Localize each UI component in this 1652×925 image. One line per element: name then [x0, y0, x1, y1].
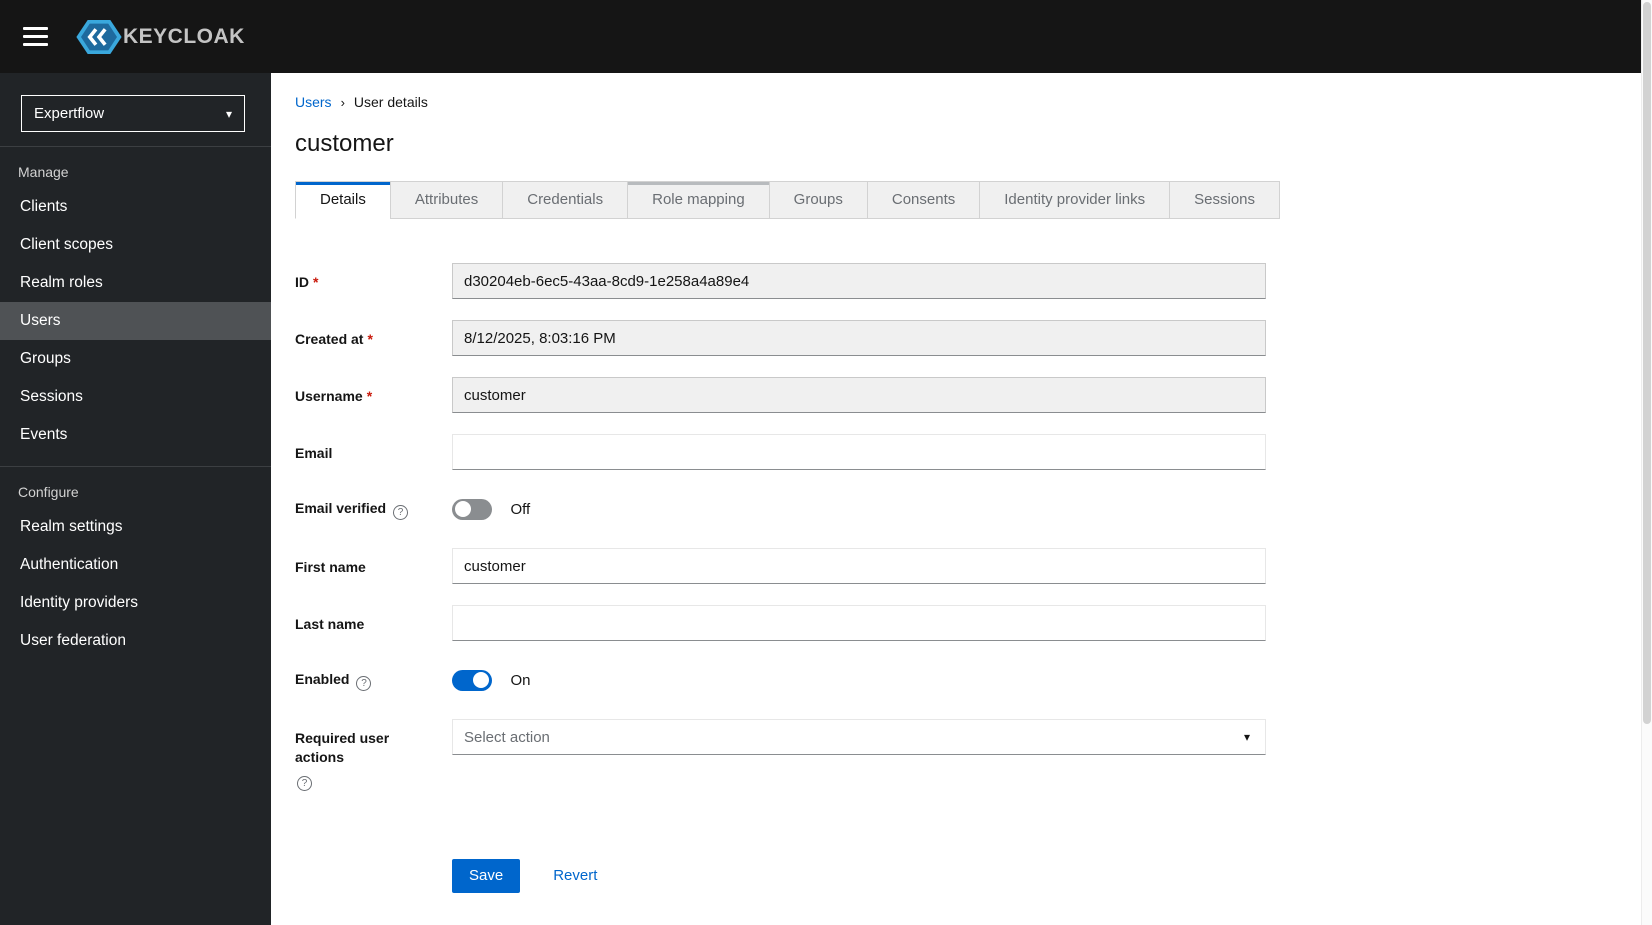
breadcrumb: Users › User details: [295, 94, 1628, 110]
form-row-created-at: Created at *: [295, 320, 1628, 356]
created-at-field: [452, 320, 1266, 356]
nav-group-configure: Configure Realm settings Authentication …: [0, 466, 271, 660]
masthead: KEYCLOAK: [0, 0, 1652, 73]
sidebar-item-events[interactable]: Events: [0, 416, 271, 454]
email-label: Email: [295, 445, 333, 461]
breadcrumb-separator: ›: [340, 94, 345, 110]
last-name-label: Last name: [295, 616, 365, 632]
main-content: Users › User details customer Details At…: [271, 73, 1652, 925]
keycloak-logo-icon: [76, 19, 122, 54]
help-icon[interactable]: ?: [393, 504, 409, 520]
realm-selector[interactable]: Expertflow ▾: [21, 95, 245, 132]
realm-name: Expertflow: [34, 105, 105, 122]
form-row-last-name: Last name: [295, 605, 1628, 641]
form-row-first-name: First name: [295, 548, 1628, 584]
save-button[interactable]: Save: [452, 858, 521, 893]
username-field: [452, 377, 1266, 413]
tab-consents[interactable]: Consents: [866, 181, 981, 219]
keycloak-logo: KEYCLOAK: [76, 19, 245, 55]
required-actions-label: Required user actions ?: [295, 730, 390, 791]
enabled-label: Enabled?: [295, 670, 452, 691]
scrollbar-thumb[interactable]: [1643, 2, 1651, 724]
tab-role-mapping[interactable]: Role mapping: [627, 181, 770, 219]
hamburger-icon: [23, 27, 48, 30]
username-label: Username *: [295, 388, 373, 404]
email-field[interactable]: [452, 434, 1266, 470]
form-row-email-verified: Email verified? Off: [295, 491, 1628, 527]
sidebar-item-client-scopes[interactable]: Client scopes: [0, 226, 271, 264]
form-row-username: Username *: [295, 377, 1628, 413]
user-details-form: ID* Created at* Username*: [295, 263, 1628, 893]
form-row-email: Email: [295, 434, 1628, 470]
keycloak-logo-text: KEYCLOAK: [123, 24, 245, 48]
form-actions: Save Revert: [452, 858, 1266, 893]
nav-group-manage: Manage Clients Client scopes Realm roles…: [0, 146, 271, 454]
required-marker: *: [366, 388, 373, 404]
tab-details[interactable]: Details: [295, 181, 391, 219]
required-actions-select[interactable]: Select action ▾: [452, 719, 1266, 755]
sidebar-item-sessions[interactable]: Sessions: [0, 378, 271, 416]
id-label: ID *: [295, 274, 319, 290]
sidebar-item-realm-roles[interactable]: Realm roles: [0, 264, 271, 302]
chevron-down-icon: ▾: [1243, 730, 1250, 744]
help-icon[interactable]: ?: [297, 775, 312, 791]
id-field: [452, 263, 1266, 299]
tab-groups[interactable]: Groups: [768, 181, 868, 219]
sidebar-item-clients[interactable]: Clients: [0, 188, 271, 226]
created-at-label: Created at *: [295, 331, 373, 347]
tab-bar: Details Attributes Credentials Role mapp…: [295, 181, 1628, 219]
breadcrumb-users-link[interactable]: Users: [295, 94, 332, 110]
scrollbar[interactable]: [1641, 0, 1652, 925]
chevron-down-icon: ▾: [225, 106, 232, 121]
form-row-actions: Save Revert: [295, 812, 1628, 893]
first-name-label: First name: [295, 559, 366, 575]
tab-credentials[interactable]: Credentials: [502, 181, 629, 219]
form-row-required-actions: Required user actions ? Select action ▾: [295, 719, 1628, 791]
help-icon[interactable]: ?: [356, 675, 372, 691]
tab-identity-provider-links[interactable]: Identity provider links: [979, 181, 1171, 219]
nav-group-manage-title: Manage: [18, 164, 69, 180]
email-verified-state: Off: [510, 500, 531, 518]
last-name-field[interactable]: [452, 605, 1266, 641]
first-name-field[interactable]: [452, 548, 1266, 584]
sidebar-item-users[interactable]: Users: [0, 302, 271, 340]
tab-sessions[interactable]: Sessions: [1169, 181, 1281, 219]
page-title: customer: [295, 130, 394, 157]
revert-button[interactable]: Revert: [553, 867, 597, 884]
nav-toggle-button[interactable]: [15, 19, 56, 54]
breadcrumb-current: User details: [353, 94, 428, 110]
form-row-enabled: Enabled? On: [295, 662, 1628, 698]
sidebar: Expertflow ▾ Manage Clients Client scope…: [0, 73, 271, 925]
sidebar-item-groups[interactable]: Groups: [0, 340, 271, 378]
sidebar-item-user-federation[interactable]: User federation: [0, 622, 271, 660]
email-verified-label: Email verified?: [295, 499, 452, 520]
enabled-toggle[interactable]: [452, 669, 492, 691]
sidebar-item-realm-settings[interactable]: Realm settings: [0, 508, 271, 546]
enabled-state: On: [510, 671, 531, 689]
required-marker: *: [367, 331, 373, 347]
required-actions-placeholder: Select action: [464, 728, 550, 746]
sidebar-item-identity-providers[interactable]: Identity providers: [0, 584, 271, 622]
tab-attributes[interactable]: Attributes: [389, 181, 504, 219]
required-marker: *: [313, 274, 319, 290]
email-verified-toggle[interactable]: [452, 498, 492, 520]
nav-group-configure-title: Configure: [18, 484, 79, 500]
sidebar-item-authentication[interactable]: Authentication: [0, 546, 271, 584]
form-row-id: ID *: [295, 263, 1628, 299]
